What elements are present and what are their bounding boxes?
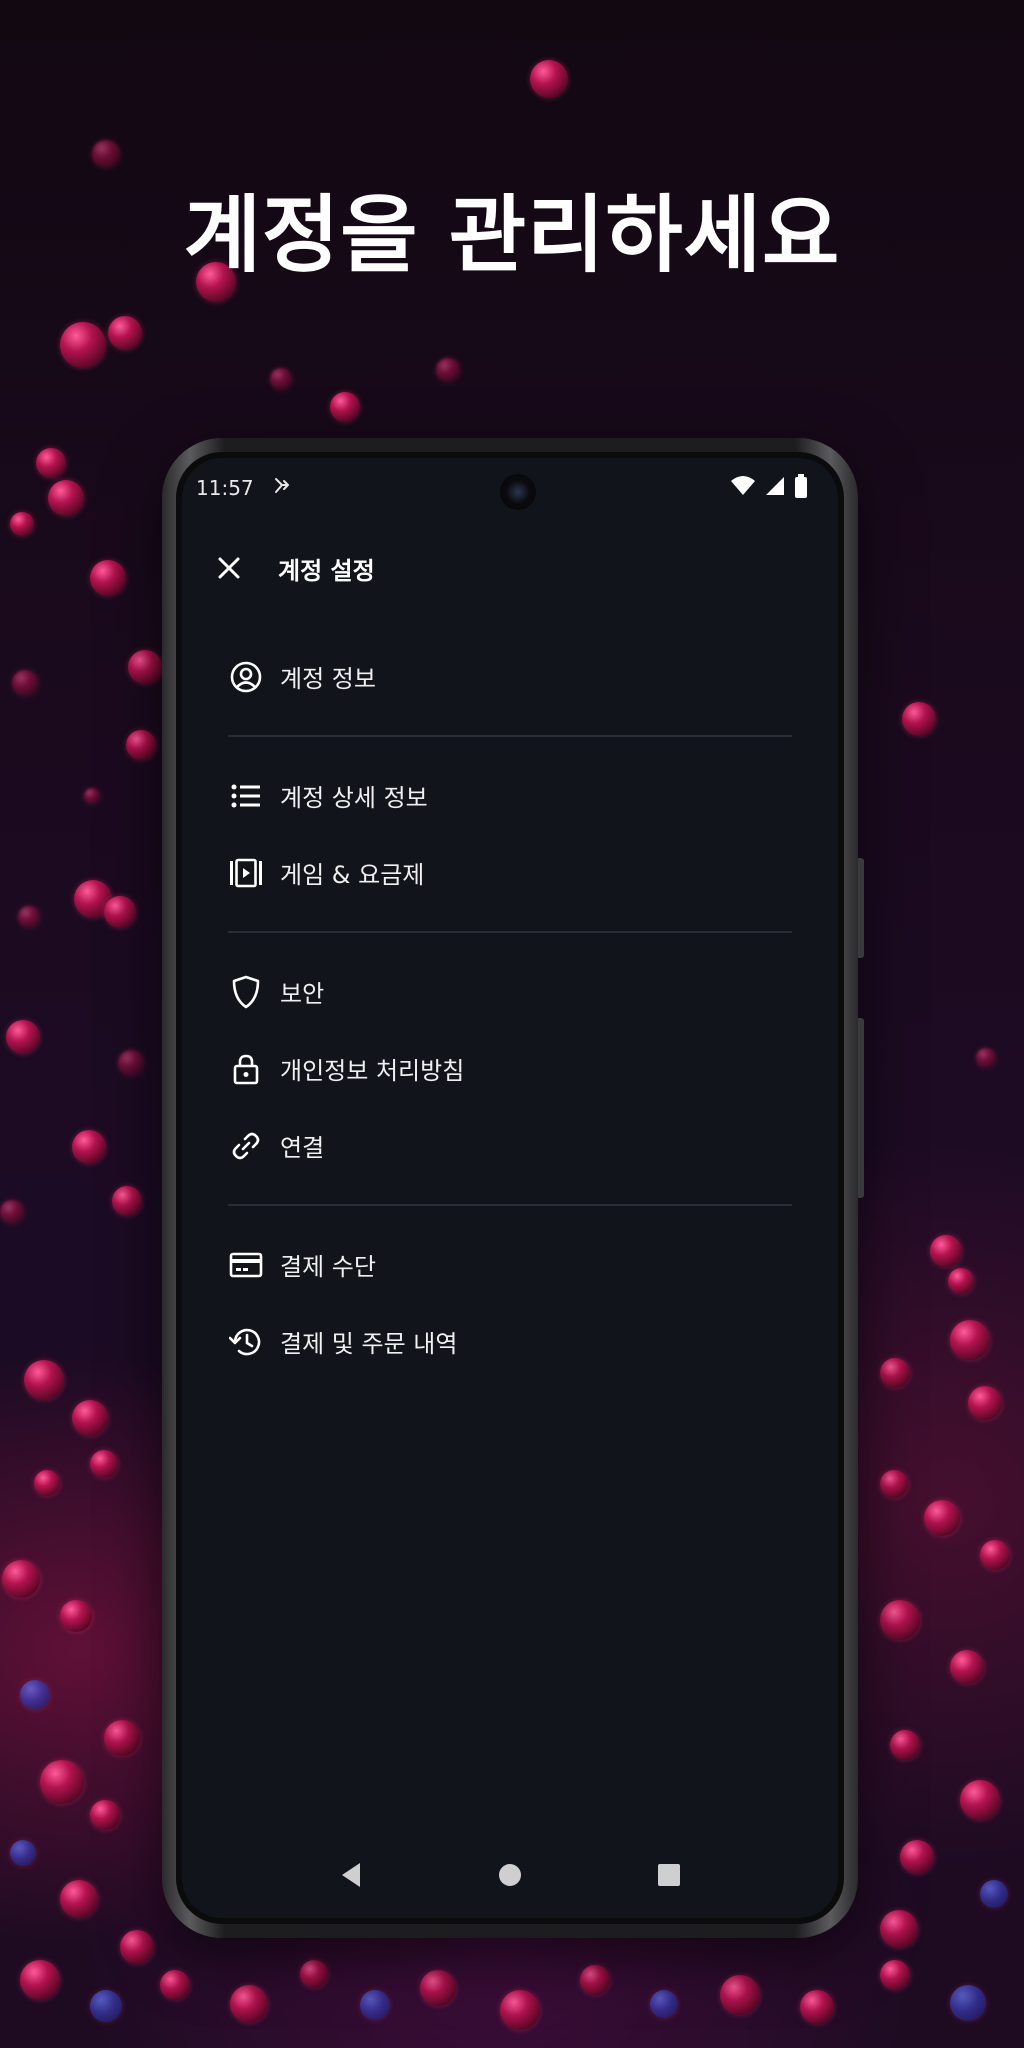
signal-icon bbox=[764, 475, 786, 502]
menu-item-account-details[interactable]: 계정 상세 정보 bbox=[228, 757, 792, 834]
menu-item-games-plans[interactable]: 게임 & 요금제 bbox=[228, 834, 792, 911]
menu-label: 결제 및 주문 내역 bbox=[280, 1330, 458, 1358]
wifi-icon bbox=[730, 475, 756, 502]
phone-frame: 11:57 계정 설정 계정 정보 계정 상세 정보 게임 & 요금제 보안 개… bbox=[162, 438, 864, 1938]
menu-group-account: 계정 상세 정보 게임 & 요금제 bbox=[228, 757, 792, 911]
link-icon bbox=[228, 1128, 264, 1164]
list-icon bbox=[228, 778, 264, 814]
phone-screen: 11:57 계정 설정 계정 정보 계정 상세 정보 게임 & 요금제 보안 개… bbox=[176, 452, 844, 1924]
volume-button bbox=[858, 858, 864, 958]
menu-label: 결제 수단 bbox=[280, 1253, 376, 1281]
menu-group-security: 보안 개인정보 처리방침 연결 bbox=[228, 953, 792, 1184]
history-icon bbox=[228, 1324, 264, 1360]
menu-label: 게임 & 요금제 bbox=[280, 861, 425, 889]
app-bar: 계정 설정 bbox=[182, 538, 838, 598]
menu-label: 개인정보 처리방침 bbox=[280, 1057, 465, 1085]
account-circle-icon bbox=[228, 659, 264, 695]
menu-label: 계정 정보 bbox=[280, 665, 376, 693]
menu-group-profile: 계정 정보 bbox=[228, 638, 792, 715]
menu-item-payment-methods[interactable]: 결제 수단 bbox=[228, 1226, 792, 1303]
menu-item-account-info[interactable]: 계정 정보 bbox=[228, 638, 792, 715]
power-button bbox=[858, 1018, 864, 1198]
battery-icon bbox=[794, 473, 808, 503]
recents-icon[interactable] bbox=[649, 1855, 689, 1895]
front-camera bbox=[500, 474, 536, 510]
game-library-icon bbox=[228, 855, 264, 891]
divider bbox=[228, 1204, 792, 1206]
credit-card-icon bbox=[228, 1247, 264, 1283]
settings-menu: 계정 정보 계정 상세 정보 게임 & 요금제 보안 개인정보 처리방침 연결 … bbox=[228, 638, 792, 1380]
menu-item-privacy-policy[interactable]: 개인정보 처리방침 bbox=[228, 1030, 792, 1107]
close-icon[interactable] bbox=[212, 551, 246, 585]
headline: 계정을 관리하세요 bbox=[183, 186, 841, 284]
back-icon[interactable] bbox=[331, 1855, 371, 1895]
home-icon[interactable] bbox=[490, 1855, 530, 1895]
menu-group-payment: 결제 수단 결제 및 주문 내역 bbox=[228, 1226, 792, 1380]
assistant-icon bbox=[272, 476, 292, 501]
divider bbox=[228, 735, 792, 737]
menu-label: 계정 상세 정보 bbox=[280, 784, 428, 812]
menu-label: 연결 bbox=[280, 1134, 325, 1162]
shield-icon bbox=[228, 974, 264, 1010]
menu-item-security[interactable]: 보안 bbox=[228, 953, 792, 1030]
menu-label: 보안 bbox=[280, 980, 325, 1008]
status-time: 11:57 bbox=[196, 476, 254, 500]
menu-item-payment-history[interactable]: 결제 및 주문 내역 bbox=[228, 1303, 792, 1380]
divider bbox=[228, 931, 792, 933]
menu-item-connections[interactable]: 연결 bbox=[228, 1107, 792, 1184]
lock-icon bbox=[228, 1051, 264, 1087]
page-title: 계정 설정 bbox=[278, 556, 375, 585]
system-nav-bar bbox=[182, 1832, 838, 1918]
